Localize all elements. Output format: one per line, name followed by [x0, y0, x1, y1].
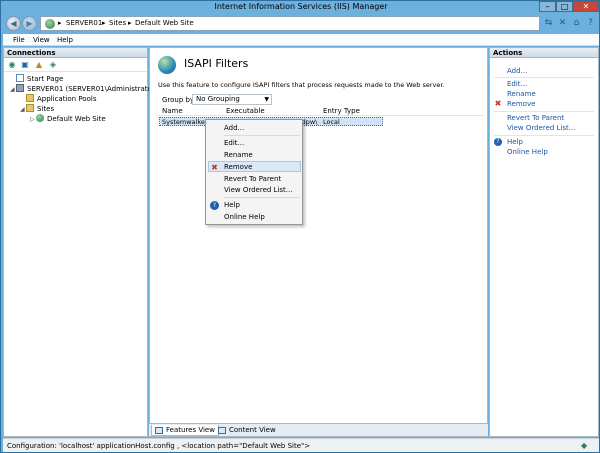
create-connection-icon[interactable]: ◉: [7, 60, 17, 70]
help-icon[interactable]: ?: [585, 18, 596, 29]
tab-features-view[interactable]: Features View: [151, 425, 219, 436]
menu-help[interactable]: Help: [57, 36, 73, 44]
tree-item-server[interactable]: ◢ SERVER01 (SERVER01\Administrator): [10, 84, 157, 94]
divider: [224, 197, 300, 198]
sites-folder-icon: [26, 104, 34, 112]
breadcrumb-separator: ▸: [102, 19, 106, 27]
maximize-button[interactable]: □: [556, 1, 573, 12]
tree-item-start-page[interactable]: Start Page: [10, 74, 63, 84]
menu-file[interactable]: File: [13, 36, 25, 44]
divider: [224, 135, 300, 136]
context-menu: Add... Edit... Rename ✖ Remove Revert To…: [205, 119, 303, 225]
context-menu-view-ordered-list[interactable]: View Ordered List...: [224, 186, 292, 194]
status-text: Configuration: 'localhost' applicationHo…: [7, 442, 311, 450]
website-globe-icon: [36, 114, 44, 122]
action-rename[interactable]: Rename: [507, 90, 536, 98]
remove-icon: ✖: [211, 163, 218, 172]
action-view-ordered-list[interactable]: View Ordered List...: [507, 124, 575, 132]
divider: [494, 77, 594, 78]
stop-icon[interactable]: ✕: [557, 18, 568, 29]
context-menu-help[interactable]: Help: [224, 201, 240, 209]
breadcrumb-sites[interactable]: Sites: [109, 19, 126, 27]
divider: [494, 135, 594, 136]
isapi-filters-icon: [158, 56, 176, 74]
list-header: Name Executable Entry Type: [158, 106, 484, 116]
help-icon: ?: [210, 201, 219, 210]
tree-item-application-pools[interactable]: Application Pools: [20, 94, 96, 104]
features-view-icon: [155, 427, 163, 434]
network-status-icon: ◆: [581, 441, 588, 450]
column-header-entry-type[interactable]: Entry Type: [323, 107, 360, 115]
remove-icon: ✖: [494, 99, 502, 108]
connect-icon[interactable]: ⇆: [543, 18, 554, 29]
context-menu-online-help[interactable]: Online Help: [224, 213, 265, 221]
delete-connection-icon[interactable]: ◈: [48, 60, 58, 70]
group-by-select[interactable]: No Grouping ▼: [192, 94, 272, 105]
save-connections-icon[interactable]: ▣: [20, 60, 30, 70]
context-menu-rename[interactable]: Rename: [224, 151, 253, 159]
actions-pane: Actions Add... Edit... Rename ✖ Remove R…: [489, 47, 599, 437]
status-bar: Configuration: 'localhost' applicationHo…: [3, 438, 599, 452]
action-help[interactable]: Help: [507, 138, 523, 146]
up-level-icon[interactable]: ▲: [34, 60, 44, 70]
context-menu-edit[interactable]: Edit...: [224, 139, 244, 147]
window-title: Internet Information Services (IIS) Mana…: [214, 2, 388, 11]
action-edit[interactable]: Edit...: [507, 80, 527, 88]
connections-pane: Connections ◉ ▣ ▲ ◈ Start Page ◢ SERVER01…: [3, 47, 157, 437]
connections-toolbar: ◉ ▣ ▲ ◈: [4, 59, 147, 72]
breadcrumb-separator: ▸: [58, 19, 62, 27]
column-header-executable[interactable]: Executable: [226, 107, 265, 115]
tree-item-sites[interactable]: ◢ Sites: [20, 104, 54, 114]
menu-view[interactable]: View: [33, 36, 50, 44]
action-online-help[interactable]: Online Help: [507, 148, 548, 156]
iis-manager-window: Internet Information Services (IIS) Mana…: [0, 0, 600, 453]
actions-header: Actions: [490, 48, 598, 58]
title-bar: Internet Information Services (IIS) Mana…: [1, 1, 600, 14]
breadcrumb-default-web-site[interactable]: Default Web Site: [135, 19, 194, 27]
home-icon[interactable]: ⌂: [571, 18, 582, 29]
menu-bar: File View Help: [3, 34, 599, 46]
context-menu-revert-to-parent[interactable]: Revert To Parent: [224, 175, 281, 183]
chevron-down-icon: ▼: [264, 96, 269, 103]
feature-pane: ISAPI Filters Use this feature to config…: [149, 47, 488, 437]
cell-entry-type: Local: [323, 118, 340, 126]
address-bar: ◀ ▶ ▸ SERVER01 ▸ Sites ▸ Default Web Sit…: [3, 14, 599, 33]
forward-button[interactable]: ▶: [22, 16, 37, 31]
start-page-icon: [16, 74, 24, 82]
column-header-name[interactable]: Name: [162, 107, 183, 115]
context-menu-remove[interactable]: Remove: [224, 163, 252, 171]
breadcrumb-separator: ▸: [128, 19, 132, 27]
action-remove[interactable]: Remove: [507, 100, 535, 108]
breadcrumb-server[interactable]: SERVER01: [66, 19, 102, 27]
help-icon: ?: [494, 138, 502, 146]
app-pools-icon: [26, 94, 34, 102]
context-menu-highlight: [208, 161, 301, 172]
tab-content-view[interactable]: Content View: [215, 425, 279, 436]
minimize-button[interactable]: –: [539, 1, 556, 12]
feature-description: Use this feature to configure ISAPI filt…: [158, 81, 445, 89]
action-add[interactable]: Add...: [507, 67, 527, 75]
context-menu-add[interactable]: Add...: [224, 124, 244, 132]
view-tabs: Features View Content View: [149, 423, 488, 436]
breadcrumb[interactable]: ▸ SERVER01 ▸ Sites ▸ Default Web Site: [40, 16, 540, 31]
page-title: ISAPI Filters: [184, 57, 249, 70]
globe-icon: [45, 19, 55, 29]
tree-item-default-web-site[interactable]: ▷ Default Web Site: [30, 114, 106, 124]
back-button[interactable]: ◀: [6, 16, 21, 31]
group-by-label: Group by:: [162, 96, 196, 104]
connections-header: Connections: [4, 48, 147, 58]
action-revert-to-parent[interactable]: Revert To Parent: [507, 114, 564, 122]
close-button[interactable]: ✕: [573, 1, 599, 12]
server-icon: [16, 84, 24, 92]
divider: [494, 111, 594, 112]
cell-name: SystemwalkerSSO: [162, 118, 210, 126]
address-toolbar: ⇆ ✕ ⌂ ?: [543, 17, 599, 30]
content-view-icon: [218, 427, 226, 434]
